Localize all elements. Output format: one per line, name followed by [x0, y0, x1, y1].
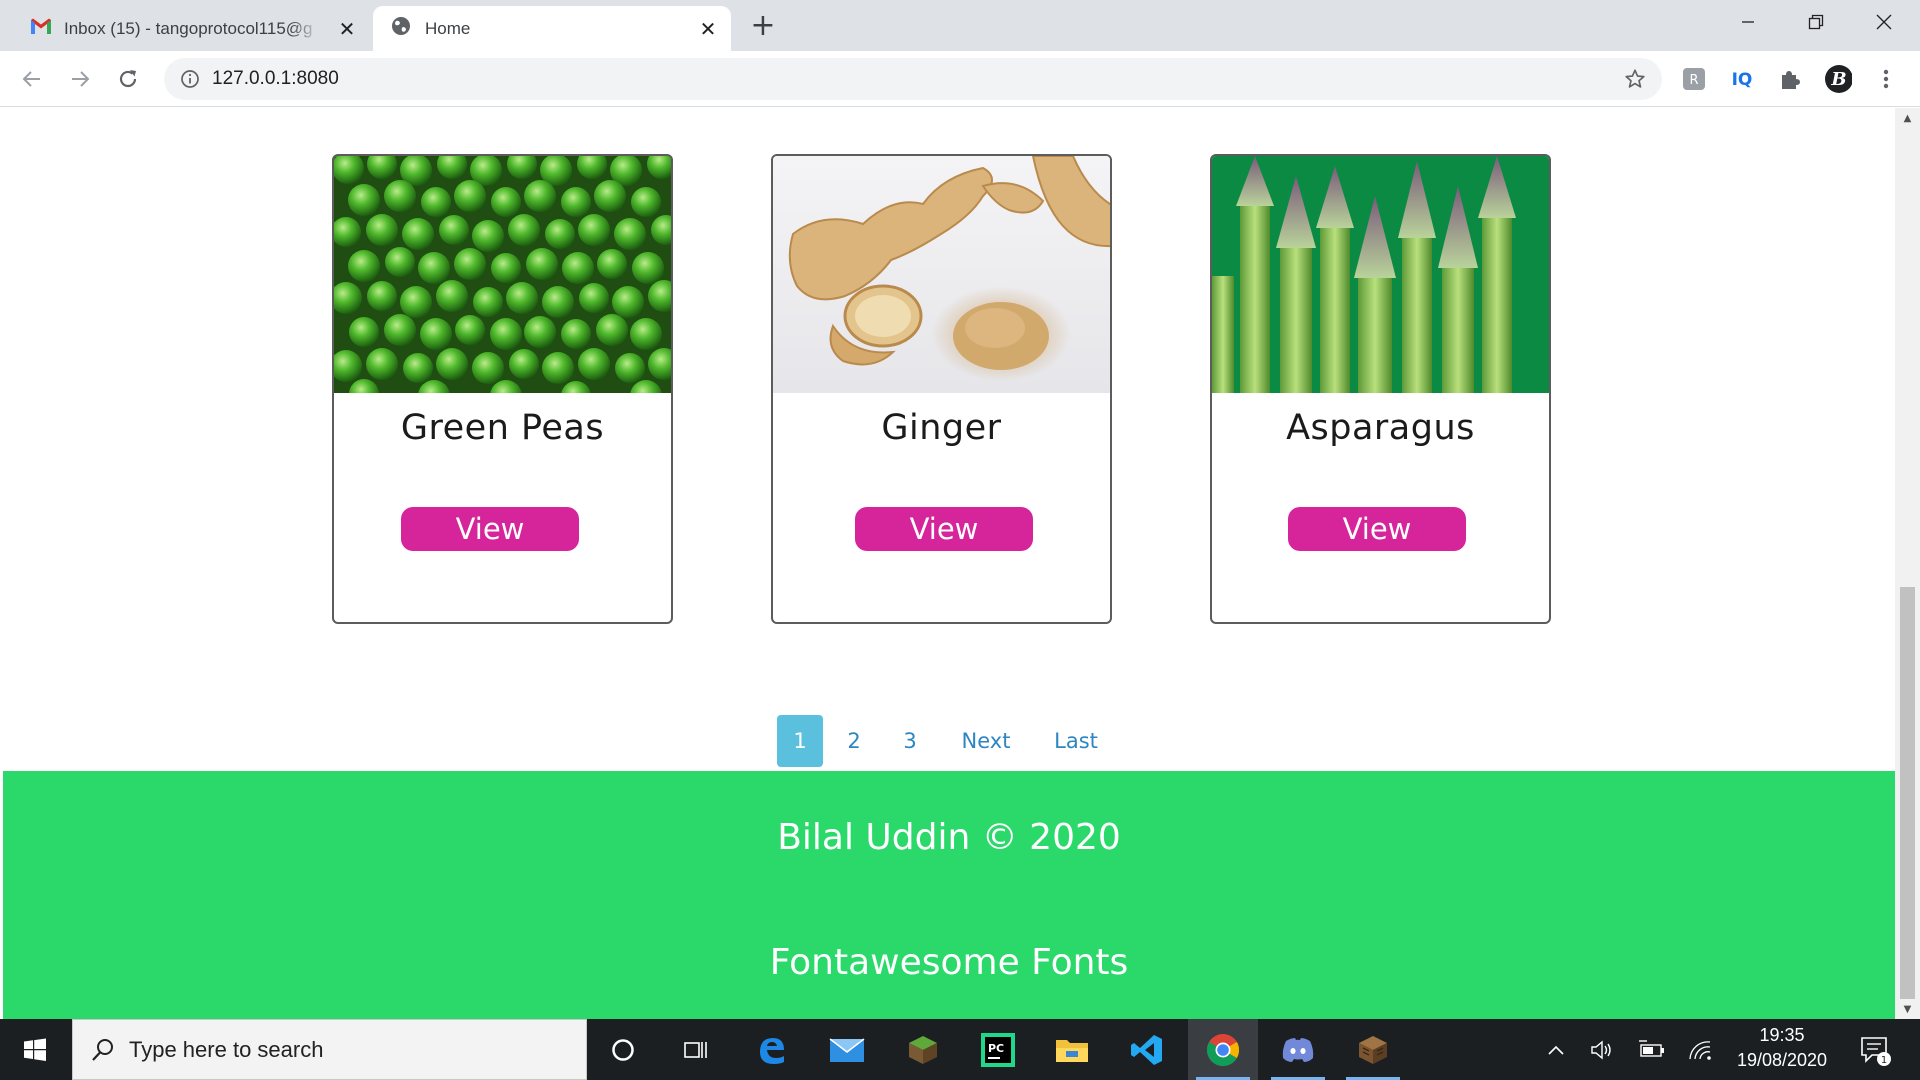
mail-icon[interactable]: [812, 1019, 882, 1080]
browser-tab-strip: Inbox (15) - tangoprotocol115@g ✕ Home ✕…: [0, 0, 1920, 51]
profile-avatar-icon[interactable]: B: [1824, 65, 1852, 93]
close-tab-icon[interactable]: ✕: [697, 17, 719, 41]
green-peas-image: [334, 156, 671, 393]
footer-copyright: Bilal Uddin © 2020: [777, 817, 1121, 858]
clock-time: 19:35: [1759, 1025, 1805, 1045]
search-icon: [91, 1038, 115, 1062]
extensions-puzzle-icon[interactable]: [1776, 65, 1804, 93]
footer-credit: Fontawesome Fonts: [769, 942, 1129, 983]
task-view-icon[interactable]: [660, 1019, 730, 1080]
system-clock[interactable]: 19:35 19/08/2020: [1726, 1019, 1838, 1080]
forward-icon[interactable]: [64, 63, 96, 95]
page-link-2[interactable]: 2: [838, 715, 870, 767]
show-hidden-icons-chevron-icon[interactable]: [1542, 1019, 1570, 1080]
close-window-icon[interactable]: [1856, 0, 1912, 44]
scroll-up-icon[interactable]: ▲: [1895, 108, 1920, 128]
tab-title: Home: [425, 18, 471, 38]
minecraft-icon[interactable]: [888, 1019, 958, 1080]
scrollbar-thumb[interactable]: [1900, 587, 1915, 999]
product-name: Ginger: [881, 408, 1002, 448]
chrome-menu-icon[interactable]: [1872, 65, 1900, 93]
extension-grey-icon[interactable]: R: [1680, 65, 1708, 93]
site-footer: Bilal Uddin © 2020 Fontawesome Fonts: [3, 771, 1895, 1019]
info-icon[interactable]: [180, 69, 200, 89]
svg-text:R: R: [1689, 73, 1698, 88]
battery-icon[interactable]: [1636, 1019, 1668, 1080]
bookmark-star-icon[interactable]: [1624, 68, 1646, 90]
tab-home[interactable]: Home ✕: [373, 6, 731, 51]
svg-text:IQ: IQ: [1732, 70, 1753, 90]
cortana-icon[interactable]: [588, 1019, 658, 1080]
asparagus-image: [1212, 156, 1549, 393]
product-card: Asparagus View: [1210, 154, 1551, 624]
ginger-image: [773, 156, 1110, 393]
chrome-icon[interactable]: [1188, 1019, 1258, 1080]
page-link-1[interactable]: 1: [777, 715, 823, 767]
minimize-icon[interactable]: [1720, 0, 1776, 44]
view-button[interactable]: View: [401, 507, 579, 551]
minecraft-launcher-icon[interactable]: [1338, 1019, 1408, 1080]
product-card: Ginger View: [771, 154, 1112, 624]
iq-extension-icon[interactable]: IQ: [1728, 65, 1756, 93]
page-link-last[interactable]: Last: [1048, 715, 1104, 767]
page-scrollbar[interactable]: ▲ ▼: [1895, 108, 1920, 1019]
windows-taskbar: Type here to search PC 19:35 19/08/2020 …: [0, 1019, 1920, 1080]
pagination: 1 2 3 Next Last: [0, 715, 1920, 767]
clock-date: 19/08/2020: [1736, 1050, 1828, 1070]
file-explorer-icon[interactable]: [1037, 1019, 1107, 1080]
address-bar[interactable]: 127.0.0.1:8080: [164, 58, 1662, 100]
search-placeholder: Type here to search: [129, 1036, 324, 1062]
tab-gmail-inbox[interactable]: Inbox (15) - tangoprotocol115@g ✕: [18, 6, 370, 51]
discord-icon[interactable]: [1263, 1019, 1333, 1080]
page-link-3[interactable]: 3: [894, 715, 926, 767]
svg-text:B: B: [1830, 69, 1846, 90]
pycharm-icon[interactable]: PC: [963, 1019, 1033, 1080]
new-tab-button[interactable]: +: [748, 8, 778, 43]
page-viewport: Green Peas View Ginger View Asparagus Vi…: [0, 108, 1920, 1019]
edge-icon[interactable]: [737, 1019, 807, 1080]
volume-icon[interactable]: [1588, 1019, 1618, 1080]
scroll-down-icon[interactable]: ▼: [1895, 999, 1920, 1019]
product-name: Asparagus: [1286, 408, 1475, 448]
view-button[interactable]: View: [1288, 507, 1466, 551]
product-name: Green Peas: [400, 408, 605, 448]
tab-title: Inbox (15) - tangoprotocol115@g: [64, 18, 313, 38]
svg-text:PC: PC: [988, 1042, 1004, 1055]
back-icon[interactable]: [16, 63, 48, 95]
gmail-icon: [30, 17, 52, 40]
notification-count: 1: [1881, 1055, 1887, 1066]
wifi-icon[interactable]: [1684, 1019, 1716, 1080]
reload-icon[interactable]: [112, 63, 144, 95]
taskbar-search-box[interactable]: Type here to search: [72, 1019, 587, 1080]
product-card: Green Peas View: [332, 154, 673, 624]
vscode-icon[interactable]: [1112, 1019, 1182, 1080]
close-tab-icon[interactable]: ✕: [336, 17, 358, 41]
browser-toolbar: 127.0.0.1:8080 R IQ B: [0, 51, 1920, 107]
action-center-icon[interactable]: 1: [1850, 1019, 1900, 1080]
restore-icon[interactable]: [1788, 0, 1844, 44]
windows-start-icon[interactable]: [0, 1019, 70, 1080]
view-button[interactable]: View: [855, 507, 1033, 551]
url-text: 127.0.0.1:8080: [212, 68, 339, 89]
page-link-next[interactable]: Next: [954, 715, 1018, 767]
globe-icon: [391, 16, 411, 41]
